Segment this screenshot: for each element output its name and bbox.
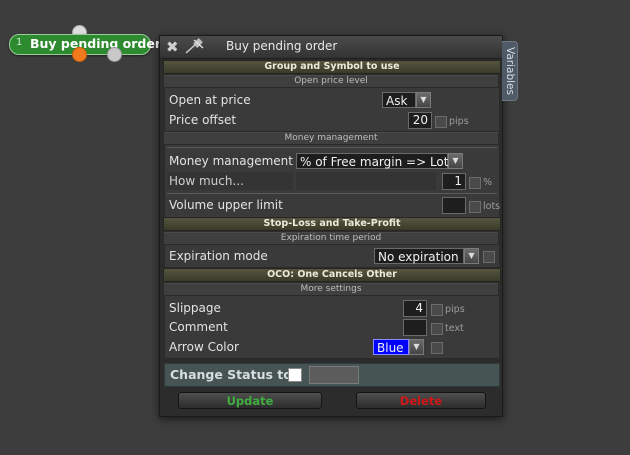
how-much-variable-checkbox[interactable]	[469, 177, 481, 189]
change-status-checkbox[interactable]	[288, 368, 302, 382]
node-number: 1	[16, 37, 23, 48]
arrow-color-select[interactable]: Blue	[373, 339, 409, 355]
arrow-color-label: Arrow Color	[169, 340, 239, 354]
slippage-label: Slippage	[169, 301, 221, 315]
comment-variable-checkbox[interactable]	[431, 323, 443, 335]
node-output-connector-grey[interactable]	[107, 47, 122, 62]
price-offset-variable-checkbox[interactable]	[435, 116, 447, 128]
dialog-titlebar[interactable]: ✖ Buy pending order	[160, 36, 502, 59]
how-much-row-bg	[296, 172, 436, 190]
volume-upper-limit-label: Volume upper limit	[169, 198, 283, 212]
section-group-symbol[interactable]: Group and Symbol to use	[163, 60, 501, 74]
arrow-color-dropdown-icon[interactable]: ▼	[409, 339, 424, 355]
section-oco[interactable]: OCO: One Cancels Other	[163, 268, 501, 282]
slippage-unit: pips	[445, 304, 465, 315]
comment-input[interactable]	[403, 319, 427, 336]
variables-tab[interactable]: Variables	[502, 41, 518, 101]
price-offset-unit: pips	[449, 116, 469, 127]
comment-label: Comment	[169, 320, 228, 334]
node-title: Buy pending order	[30, 36, 162, 51]
money-management-panel: Money management % of Free margin => Lot…	[164, 144, 500, 218]
open-price-panel: Open at price Ask ▼ Price offset 20 pips	[164, 87, 500, 132]
subsection-expiration-time-period[interactable]: Expiration time period	[164, 232, 498, 244]
buy-pending-order-dialog: ✖ Buy pending order Variables Group and …	[159, 35, 518, 417]
how-much-unit: %	[483, 177, 493, 188]
slippage-variable-checkbox[interactable]	[431, 304, 443, 316]
change-status-label: Change Status to	[170, 367, 292, 382]
divider	[167, 147, 497, 148]
change-status-bar: Change Status to	[164, 363, 500, 387]
open-at-price-select[interactable]: Ask	[382, 92, 416, 108]
node-output-connector-orange[interactable]	[72, 47, 87, 62]
open-at-price-dropdown-icon[interactable]: ▼	[416, 92, 431, 108]
dialog-title: Buy pending order	[226, 39, 338, 53]
expiration-mode-dropdown-icon[interactable]: ▼	[464, 248, 479, 264]
arrow-color-variable-checkbox[interactable]	[431, 342, 443, 354]
expiration-mode-variable-checkbox[interactable]	[483, 251, 495, 263]
pin-icon[interactable]	[184, 37, 206, 58]
how-much-label: How much...	[169, 174, 244, 188]
money-management-label: Money management	[169, 154, 293, 168]
money-management-dropdown-icon[interactable]: ▼	[448, 153, 463, 169]
how-much-input[interactable]: 1	[442, 173, 466, 190]
divider	[167, 193, 497, 194]
change-status-input[interactable]	[309, 366, 359, 384]
money-management-select[interactable]: % of Free margin => Lots	[296, 153, 455, 169]
comment-unit: text	[445, 323, 464, 334]
subsection-money-management[interactable]: Money management	[164, 132, 498, 144]
price-offset-input[interactable]: 20	[408, 112, 432, 129]
subsection-more-settings[interactable]: More settings	[164, 283, 498, 295]
expiration-mode-select[interactable]: No expiration	[374, 248, 464, 264]
update-button[interactable]: Update	[178, 392, 322, 409]
volume-upper-limit-input[interactable]	[442, 197, 466, 214]
volume-upper-limit-unit: lots	[483, 201, 501, 212]
slippage-input[interactable]: 4	[403, 300, 427, 317]
more-settings-panel: Slippage 4 pips Comment text Arrow Color…	[164, 295, 500, 359]
variables-tab-label: Variables	[504, 47, 516, 95]
price-offset-label: Price offset	[169, 113, 237, 127]
expiration-panel: Expiration mode No expiration ▼	[164, 244, 500, 268]
close-icon[interactable]: ✖	[166, 38, 179, 56]
volume-upper-limit-variable-checkbox[interactable]	[469, 201, 481, 213]
open-at-price-label: Open at price	[169, 93, 251, 107]
subsection-open-price-level[interactable]: Open price level	[164, 75, 498, 87]
section-stop-loss-take-profit[interactable]: Stop-Loss and Take-Profit	[163, 217, 501, 231]
delete-button[interactable]: Delete	[356, 392, 486, 409]
expiration-mode-label: Expiration mode	[169, 249, 268, 263]
